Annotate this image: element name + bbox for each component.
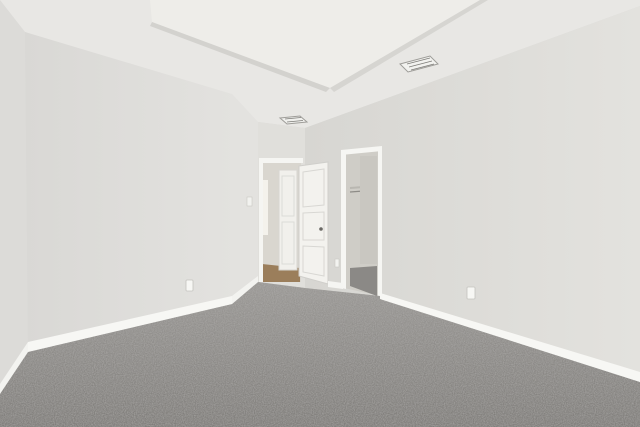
hallway-door-frame-top xyxy=(259,158,303,163)
outlet-right xyxy=(466,286,476,300)
closet-frame-right xyxy=(378,148,382,298)
outlet-back xyxy=(334,258,340,268)
hallway-door-frame xyxy=(259,160,263,282)
outlet-left xyxy=(185,279,194,292)
left-wall-corner xyxy=(232,94,258,304)
closet-inner-wall xyxy=(360,156,377,264)
door-knob-icon[interactable] xyxy=(319,227,323,231)
light-switch xyxy=(246,196,253,207)
closet-frame-left xyxy=(341,151,346,289)
room-scene xyxy=(0,0,640,427)
left-side-wall xyxy=(0,0,28,392)
